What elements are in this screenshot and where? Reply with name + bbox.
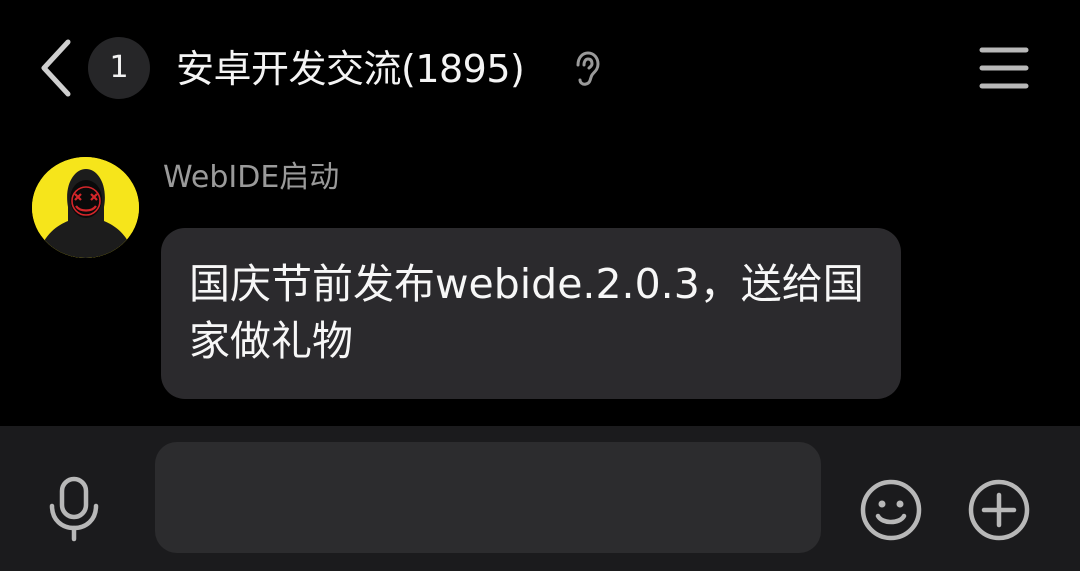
voice-input-button[interactable] xyxy=(46,476,102,542)
smiley-icon xyxy=(860,479,922,541)
chat-screen: 1 安卓开发交流(1895) WebIDE启动 国庆节前发布webide.2.0… xyxy=(0,0,1080,571)
sender-avatar[interactable] xyxy=(32,157,139,258)
avatar-hooded-figure-icon xyxy=(32,157,139,258)
ear-icon[interactable] xyxy=(570,50,604,88)
menu-button[interactable] xyxy=(976,44,1032,92)
hamburger-menu-icon xyxy=(979,47,1029,89)
more-options-button[interactable] xyxy=(967,478,1031,542)
chevron-left-icon xyxy=(41,39,71,97)
chat-title: 安卓开发交流(1895) xyxy=(176,47,525,91)
sender-name[interactable]: WebIDE启动 xyxy=(163,158,339,198)
message-input[interactable] xyxy=(155,442,821,553)
emoji-button[interactable] xyxy=(859,478,923,542)
chat-header: 1 安卓开发交流(1895) xyxy=(0,0,1080,136)
plus-circle-icon xyxy=(968,479,1030,541)
microphone-icon xyxy=(49,476,99,542)
back-button[interactable] xyxy=(34,36,78,100)
input-bar xyxy=(0,426,1080,571)
message-bubble[interactable]: 国庆节前发布webide.2.0.3，送给国家做礼物 xyxy=(161,228,901,399)
unread-count-badge[interactable]: 1 xyxy=(88,37,150,99)
